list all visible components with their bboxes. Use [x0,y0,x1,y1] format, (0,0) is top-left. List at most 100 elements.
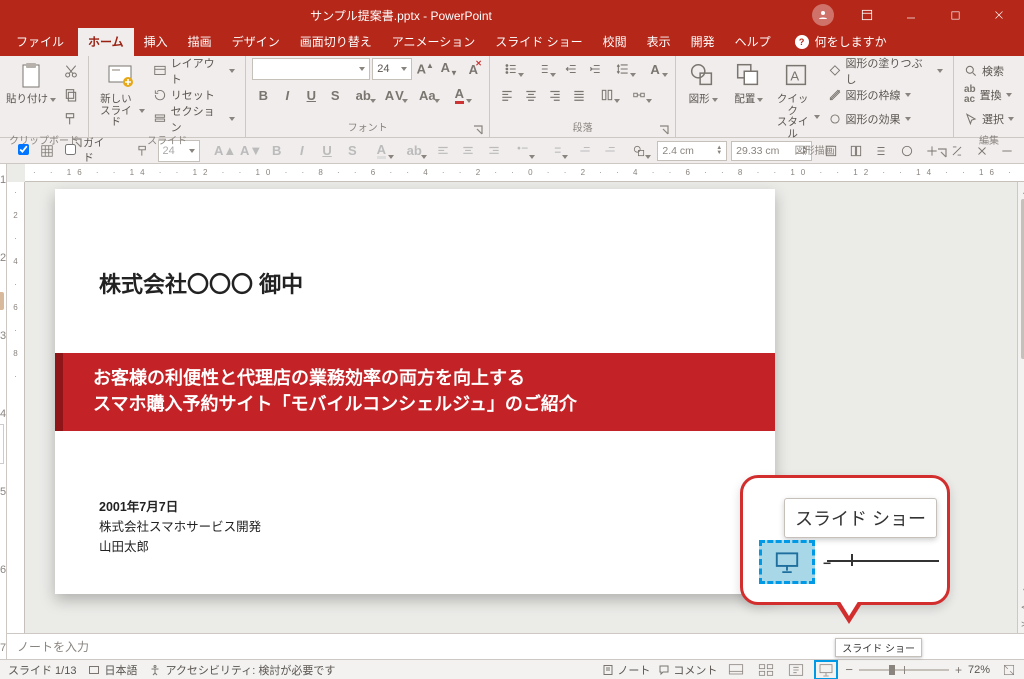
tab-draw[interactable]: 描画 [178,28,222,56]
aleft2[interactable] [433,140,454,162]
cut-button[interactable] [60,60,82,82]
highlight2[interactable]: ab [400,140,429,162]
close-button[interactable] [978,0,1020,30]
italic2[interactable]: I [291,140,312,162]
slide[interactable]: 株式会社〇〇〇 御中 お客様の利便性と代理店の業務効率の両方を向上する スマホ購… [55,189,775,594]
zoom-slider[interactable]: − + 72% [845,662,990,677]
line-spacing-button[interactable] [608,58,638,80]
font-family-select[interactable] [252,58,370,80]
text-direction-button[interactable]: A [640,58,670,80]
decrease-font-button[interactable]: A▼ [438,58,460,80]
tbar-btn-f[interactable] [946,140,967,162]
fontcolor2[interactable]: A [367,140,396,162]
underline-button[interactable]: U [300,84,322,106]
shapes-button[interactable]: 図形 [682,58,724,106]
section-button[interactable]: セクション [149,108,240,130]
change-case-button[interactable]: Aa [412,84,442,106]
tellme-search[interactable]: ? 何をしますか [785,28,897,56]
bullets-button[interactable] [496,58,526,80]
clipboard-dialog-launcher[interactable] [72,138,82,148]
tbar-btn-a[interactable] [820,140,841,162]
font-dialog-launcher[interactable] [473,125,483,135]
shape-fill-button[interactable]: 図形の塗りつぶし [824,60,947,82]
minimize-button[interactable] [890,0,932,30]
smartart-button[interactable] [624,84,654,106]
tab-insert[interactable]: 挿入 [134,28,178,56]
align-left-button[interactable] [496,84,518,106]
shadow-button[interactable]: ab [348,84,378,106]
callout-slideshow-button[interactable] [759,540,815,584]
tbar-btn-h[interactable] [997,140,1018,162]
gridlines-button[interactable] [36,140,57,162]
tab-transitions[interactable]: 画面切り替え [290,28,382,56]
slide-thumbnail-panel[interactable]: 1 2 3 4 5 6 7 [0,164,7,659]
tab-review[interactable]: 校閲 [593,28,637,56]
clear-formatting-button[interactable]: A✕ [462,58,484,80]
view-reading-button[interactable] [785,661,807,679]
tbar-btn-e[interactable] [921,140,942,162]
tbar-btn-d[interactable] [896,140,917,162]
italic-button[interactable]: I [276,84,298,106]
under2[interactable]: U [316,140,337,162]
format-painter2-button[interactable] [132,140,153,162]
view-sorter-button[interactable] [755,661,777,679]
aright2[interactable] [483,140,504,162]
shapes2[interactable] [625,140,654,162]
layout-button[interactable]: レイアウト [149,60,240,82]
vertical-scrollbar[interactable]: ▲ ▼ ≪ ≫ [1017,182,1024,633]
increase-indent-button[interactable] [584,58,606,80]
paragraph-dialog-launcher[interactable] [659,125,669,135]
tbar-btn-b[interactable] [846,140,867,162]
decrease-indent-button[interactable] [560,58,582,80]
select-button[interactable]: 選択 [960,108,1018,130]
justify-button[interactable] [568,84,590,106]
tab-slideshow[interactable]: スライド ショー [485,28,592,56]
view-normal-button[interactable] [725,661,747,679]
tab-home[interactable]: ホーム [78,28,134,56]
shape-effects-button[interactable]: 図形の効果 [824,108,947,130]
next-slide-button[interactable]: ≫ [1018,616,1024,633]
numbering-button[interactable] [528,58,558,80]
strikethrough-button[interactable]: S [324,84,346,106]
tab-view[interactable]: 表示 [637,28,681,56]
arrange-button[interactable]: 配置 [728,58,770,106]
inc-font2[interactable]: A▲ [214,140,236,162]
tab-help[interactable]: ヘルプ [725,28,781,56]
maximize-button[interactable] [934,0,976,30]
status-notes-button[interactable]: ノート [602,662,650,678]
replace-button[interactable]: abac置換 [960,84,1016,106]
status-accessibility[interactable]: アクセシビリティ: 検討が必要です [149,662,335,678]
bold-button[interactable]: B [252,84,274,106]
shape-outline-button[interactable]: 図形の枠線 [824,84,947,106]
prev-slide-button[interactable]: ≪ [1018,599,1024,616]
tbar-btn-c[interactable] [871,140,892,162]
new-slide-button[interactable]: 新しい スライド [95,58,145,129]
acenter2[interactable] [458,140,479,162]
tab-developer[interactable]: 開発 [681,28,725,56]
account-button[interactable] [802,0,844,30]
shadow2[interactable]: S [342,140,363,162]
quick-styles-button[interactable]: A クイック スタイル [774,58,820,140]
indentL2[interactable] [574,140,595,162]
font-size-select[interactable]: 24 [372,58,412,80]
tab-design[interactable]: デザイン [222,28,290,56]
status-comments-button[interactable]: コメント [658,662,717,678]
align-center-button[interactable] [520,84,542,106]
copy-button[interactable] [60,84,82,106]
bullets2[interactable] [508,140,537,162]
view-slideshow-button[interactable] [815,661,837,679]
indentR2[interactable] [599,140,620,162]
ribbon-options-button[interactable] [846,0,888,30]
columns-button[interactable] [592,84,622,106]
status-language[interactable]: 日本語 [104,662,137,678]
find-button[interactable]: 検索 [960,60,1008,82]
paste-button[interactable]: 貼り付け [6,58,56,106]
bold2[interactable]: B [266,140,287,162]
dec-font2[interactable]: A▼ [240,140,262,162]
align-right-button[interactable] [544,84,566,106]
tab-file[interactable]: ファイル [2,28,78,56]
fit-button[interactable] [998,661,1020,679]
format-painter-button[interactable] [60,108,82,130]
increase-font-button[interactable]: A▲ [414,58,436,80]
num2[interactable] [541,140,570,162]
